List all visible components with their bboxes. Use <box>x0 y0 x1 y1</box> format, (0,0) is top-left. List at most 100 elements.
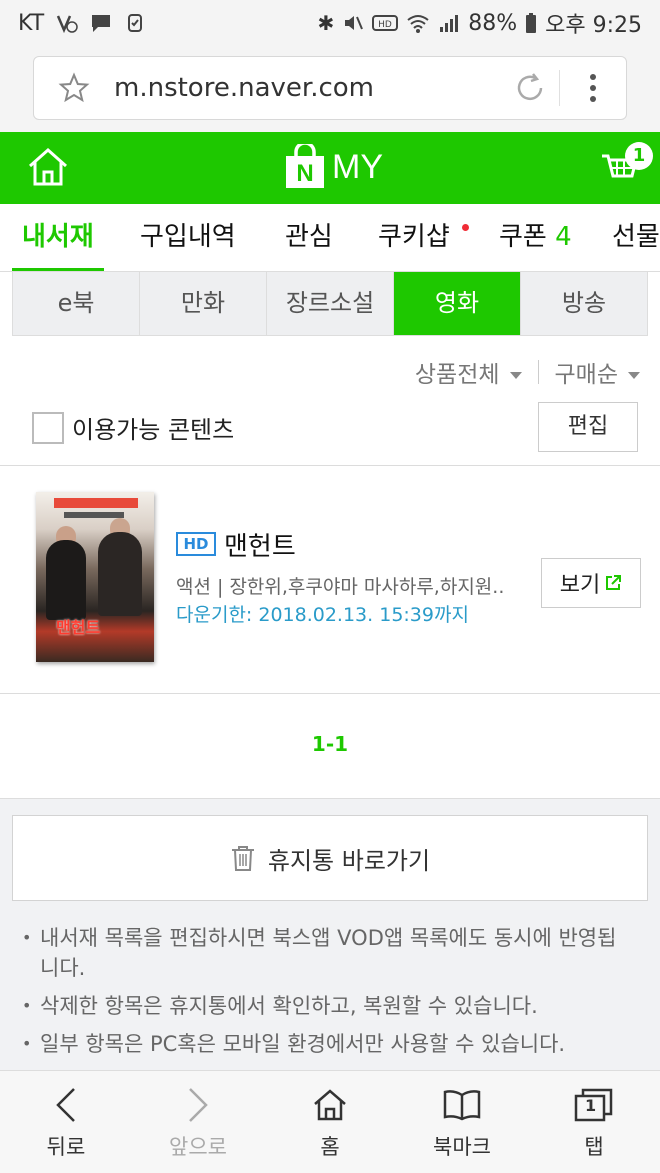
tab-count: 1 <box>585 1096 597 1115</box>
home-icon <box>314 1089 346 1121</box>
chevron-down-icon <box>628 372 640 379</box>
poster-decoration <box>46 540 86 620</box>
item-title[interactable]: 맨헌트 <box>224 526 296 563</box>
sort-order-label: 구매순 <box>554 362 618 388</box>
cart-count-badge: 1 <box>625 142 653 170</box>
svg-text:N: N <box>296 160 313 187</box>
view-button[interactable]: 보기 <box>541 558 641 608</box>
header-title: MY <box>332 147 383 186</box>
chevron-right-icon <box>189 1088 208 1122</box>
status-bar: KT ✱ HD 88% 오후 9:25 <box>0 0 660 46</box>
edit-button[interactable]: 편집 <box>538 402 638 452</box>
hd-voice-icon: HD <box>372 15 399 31</box>
shopping-bag-logo-icon: N <box>286 144 324 188</box>
download-deadline: 다운기한: 2018.02.13. 15:39까지 <box>176 604 469 626</box>
book-icon <box>443 1090 481 1121</box>
poster-decoration <box>98 532 142 616</box>
chevron-down-icon <box>509 372 522 379</box>
tab-label: 쿠폰 <box>499 222 547 252</box>
divider <box>537 360 539 384</box>
sort-order-dropdown[interactable]: 구매순 <box>555 355 640 389</box>
sync-icon <box>128 14 143 32</box>
external-link-icon <box>606 575 622 590</box>
tab-label: 내서재 <box>22 222 94 252</box>
browser-bottom-nav: 뒤로 앞으로 홈 북마크 1 탭 <box>0 1070 660 1173</box>
tab-purchases[interactable]: 구입내역 <box>140 204 236 271</box>
coupon-count: 4 <box>555 222 572 252</box>
trash-button[interactable]: 휴지통 바로가기 <box>12 815 648 901</box>
nstore-logo[interactable]: N MY <box>284 144 383 190</box>
subtab-movie[interactable]: 영화 <box>394 272 521 335</box>
subtab-comics[interactable]: 만화 <box>140 272 267 335</box>
home-icon[interactable] <box>26 146 70 192</box>
tab-cookie-shop[interactable]: 쿠키샵 <box>378 204 469 271</box>
tab-gifts[interactable]: 선물 <box>612 204 660 271</box>
subtab-genre-novel[interactable]: 장르소설 <box>267 272 394 335</box>
app-header: N MY 1 <box>0 132 660 204</box>
filter-row: 이용가능 콘텐츠 편집 <box>0 400 660 464</box>
category-tabs: e북 만화 장르소설 영화 방송 <box>12 272 648 336</box>
notice-list: 내서재 목록을 편집하시면 북스앱 VOD앱 목록에도 동시에 반영됩니다. 삭… <box>22 923 632 1067</box>
hd-badge: HD <box>176 532 216 556</box>
poster-title: 맨헌트 <box>56 618 101 637</box>
available-content-label[interactable]: 이용가능 콘텐츠 <box>72 410 234 445</box>
wifi-icon <box>407 15 429 33</box>
poster-decoration <box>54 498 138 508</box>
poster-decoration <box>64 512 124 518</box>
divider <box>0 693 660 694</box>
signal-icon <box>440 15 459 32</box>
notice-item: 내서재 목록을 편집하시면 북스앱 VOD앱 목록에도 동시에 반영됩니다. <box>22 923 632 983</box>
subtab-ebook[interactable]: e북 <box>13 272 140 335</box>
forward-label: 앞으로 <box>169 1135 227 1159</box>
tab-label: 선물 <box>612 222 660 252</box>
bluetooth-icon: ✱ <box>317 11 335 35</box>
tabs-button[interactable]: 1 탭 <box>528 1071 660 1173</box>
address-bar[interactable]: m.nstore.naver.com <box>33 56 627 120</box>
tab-coupons[interactable]: 쿠폰 4 <box>499 204 572 271</box>
notice-item: 일부 항목은 PC혹은 모바일 환경에서만 사용할 수 있습니다. <box>22 1029 632 1059</box>
back-button[interactable]: 뒤로 <box>0 1071 132 1173</box>
item-meta: 액션 | 장한위,후쿠야마 마사하루,하지원.. <box>176 576 505 598</box>
trash-icon <box>231 846 254 871</box>
bookmark-label: 북마크 <box>433 1135 491 1159</box>
product-filter-label: 상품전체 <box>414 362 500 388</box>
tab-favorites[interactable]: 관심 <box>285 204 333 271</box>
trash-button-label: 휴지통 바로가기 <box>267 846 431 875</box>
main-tabs: 내서재 구입내역 관심 쿠키샵 쿠폰 4 선물 <box>0 204 660 272</box>
carrier-label: KT <box>18 10 45 36</box>
tab-label: 구입내역 <box>140 222 236 252</box>
available-content-checkbox[interactable] <box>32 412 64 444</box>
notice-item: 삭제한 항목은 휴지통에서 확인하고, 복원할 수 있습니다. <box>22 991 632 1021</box>
home-label: 홈 <box>320 1135 340 1159</box>
info-section: 휴지통 바로가기 내서재 목록을 편집하시면 북스앱 VOD앱 목록에도 동시에… <box>0 798 660 1070</box>
svg-text:HD: HD <box>378 20 392 30</box>
tab-label: 쿠키샵 <box>378 222 450 252</box>
battery-percent: 88% <box>468 10 518 36</box>
volte-icon <box>57 15 78 34</box>
new-dot <box>462 224 469 231</box>
battery-icon <box>526 13 537 33</box>
view-button-label: 보기 <box>559 573 601 598</box>
product-filter-dropdown[interactable]: 상품전체 <box>415 355 522 389</box>
tab-library[interactable]: 내서재 <box>12 204 104 271</box>
reload-icon[interactable] <box>500 70 560 106</box>
tab-label: 관심 <box>285 222 333 252</box>
mute-icon <box>345 16 364 30</box>
home-button[interactable]: 홈 <box>264 1071 396 1173</box>
sort-controls: 상품전체 구매순 <box>415 355 640 389</box>
url-text[interactable]: m.nstore.naver.com <box>114 73 500 103</box>
list-item[interactable]: 맨헌트 HD 맨헌트 액션 | 장한위,후쿠야마 마사하루,하지원.. 다운기한… <box>0 466 660 694</box>
subtab-broadcast[interactable]: 방송 <box>521 272 647 335</box>
message-icon <box>92 15 111 32</box>
more-menu-icon[interactable] <box>560 73 626 103</box>
bookmark-star-icon[interactable] <box>34 72 114 104</box>
back-label: 뒤로 <box>46 1135 86 1159</box>
browser-toolbar: m.nstore.naver.com <box>0 46 660 132</box>
movie-poster[interactable]: 맨헌트 <box>36 492 154 662</box>
tabs-label: 탭 <box>584 1135 604 1159</box>
clock: 오후 9:25 <box>545 13 642 38</box>
forward-button[interactable]: 앞으로 <box>132 1071 264 1173</box>
pagination: 1-1 <box>311 732 349 756</box>
bookmark-button[interactable]: 북마크 <box>396 1071 528 1173</box>
chevron-left-icon <box>56 1088 75 1122</box>
